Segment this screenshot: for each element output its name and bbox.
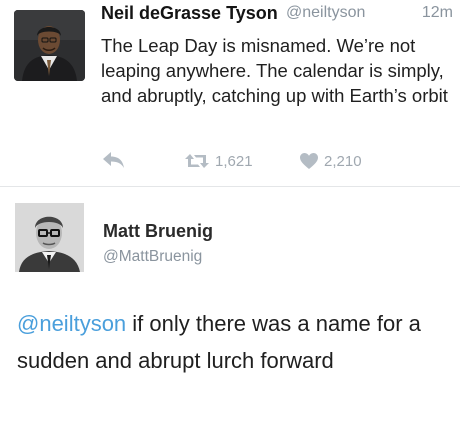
reply-card: Matt Bruenig @MattBruenig @neiltyson if …	[0, 187, 460, 439]
like-count: 2,210	[324, 152, 362, 170]
reply-arrow-icon	[103, 152, 124, 168]
avatar[interactable]	[15, 203, 84, 272]
profile-photo	[15, 203, 84, 272]
tweet-header: Neil deGrasse Tyson @neiltyson 12m	[101, 3, 453, 27]
heart-icon	[300, 153, 318, 169]
timestamp[interactable]: 12m	[422, 4, 453, 22]
reply-button[interactable]	[101, 150, 129, 172]
author-name[interactable]: Neil deGrasse Tyson	[101, 3, 278, 24]
profile-photo	[14, 10, 85, 81]
tweet-actions: 1,621 2,210	[101, 148, 401, 174]
tweet-text: The Leap Day is misnamed. We’re not leap…	[101, 35, 448, 106]
author-handle[interactable]: @neiltyson	[286, 4, 365, 22]
retweet-icon	[185, 154, 209, 168]
author-name[interactable]: Matt Bruenig	[103, 221, 213, 242]
retweet-count: 1,621	[215, 152, 253, 170]
author-handle[interactable]: @MattBruenig	[103, 248, 202, 266]
avatar[interactable]	[14, 10, 85, 81]
tweet-card: Neil deGrasse Tyson @neiltyson 12m The L…	[0, 0, 460, 182]
like-button[interactable]: 2,210	[299, 150, 362, 172]
reply-text: @neiltyson if only there was a name for …	[17, 305, 447, 379]
mention-link[interactable]: @neiltyson	[17, 311, 126, 336]
retweet-button[interactable]: 1,621	[184, 150, 253, 172]
